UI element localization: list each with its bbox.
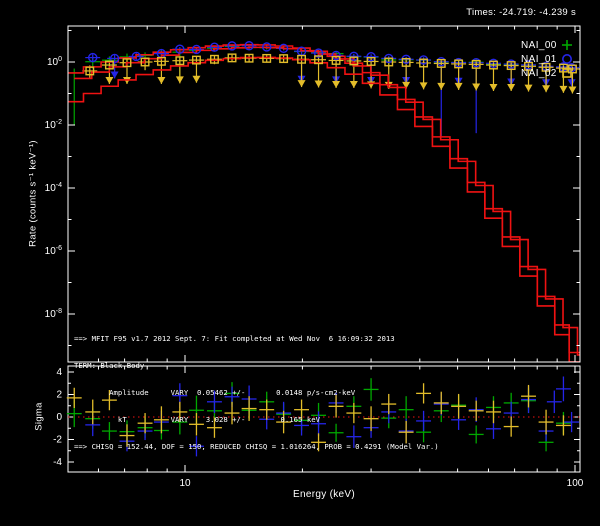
upper-limit-arrow-icon [525, 85, 533, 92]
y-tick-label: 10-6 [45, 245, 62, 257]
upper-limit-arrow-icon [298, 80, 306, 87]
upper-limit-arrow-icon [176, 76, 184, 83]
plus-marker-icon [562, 40, 572, 50]
upper-limit-arrow-icon [507, 84, 515, 91]
circle-marker-icon [563, 55, 571, 63]
fit-summary-line: ==> MFIT F95 v1.7 2012 Sept. 7: Fit comp… [74, 334, 439, 343]
resid-tick-label: 2 [56, 390, 62, 401]
upper-limit-arrow-icon [192, 76, 200, 83]
y-tick-label: 10-4 [45, 182, 62, 194]
fit-summary: ==> MFIT F95 v1.7 2012 Sept. 7: Fit comp… [74, 316, 439, 469]
upper-limit-arrow-icon [568, 87, 576, 94]
main-y-axis-title: Rate (counts s⁻¹ keV⁻¹) [28, 99, 41, 289]
upper-limit-arrow-icon [542, 85, 550, 92]
upper-limit-arrow-icon [472, 83, 480, 90]
upper-limit-arrow-icon [559, 86, 567, 93]
panel-border [68, 26, 580, 362]
fit-summary-line: kT VARY 3.028 +/- 0.165 keV [74, 415, 439, 424]
upper-limit-arrow-icon [315, 81, 323, 88]
resid-tick-label: 0 [56, 412, 62, 423]
y-tick-label: 100 [47, 56, 62, 68]
resid-tick-label: -4 [53, 457, 62, 468]
upper-limit-arrow-icon [105, 77, 113, 84]
upper-limit-arrow-icon [157, 77, 165, 84]
upper-limit-arrow-icon [437, 83, 445, 90]
resid-y-axis-title: Sigma [34, 390, 47, 444]
legend-item-nai01: NAI_01 [521, 54, 557, 65]
time-range-label: Times: -24.719: -4.239 s [466, 7, 576, 18]
upper-limit-arrow-icon [367, 81, 375, 88]
resid-tick-label: 4 [56, 367, 62, 378]
model-NAI_01 [74, 47, 591, 355]
upper-limit-arrow-icon [420, 82, 428, 89]
legend-item-nai02: NAI_02 [521, 68, 557, 79]
legend-item-nai00: NAI_00 [521, 40, 557, 51]
fit-summary-line: ==> CHISQ = 152.44, DOF = 150, REDUCED C… [74, 442, 439, 451]
upper-limit-arrow-icon [489, 84, 497, 91]
main-panel-plot-area [66, 42, 592, 362]
upper-limit-arrow-icon [332, 81, 340, 88]
fit-summary-line: Amplitude VARY 0.05462 +/- 0.0148 p/s-cm… [74, 388, 439, 397]
fit-summary-line: TERM: Black Body [74, 361, 439, 370]
markers-NAI_02 [86, 54, 576, 75]
x-axis-title: Energy (keV) [244, 489, 404, 500]
y-tick-label: 10-8 [45, 308, 62, 320]
upper-limit-arrow-icon [568, 79, 576, 86]
x-tick-label: 10 [179, 478, 191, 489]
upper-limit-arrow-icon [455, 83, 463, 90]
upper-limit-arrow-icon [350, 81, 358, 88]
resid-tick-label: -2 [53, 435, 62, 446]
spectral-fit-window: 100 10-2 10-4 10-6 10-8 4 2 0 -2 -4 10 100 Times: -… [0, 0, 600, 526]
y-tick-label: 10-2 [45, 119, 62, 131]
x-tick-label: 100 [567, 478, 584, 489]
model-NAI_00 [66, 45, 583, 353]
